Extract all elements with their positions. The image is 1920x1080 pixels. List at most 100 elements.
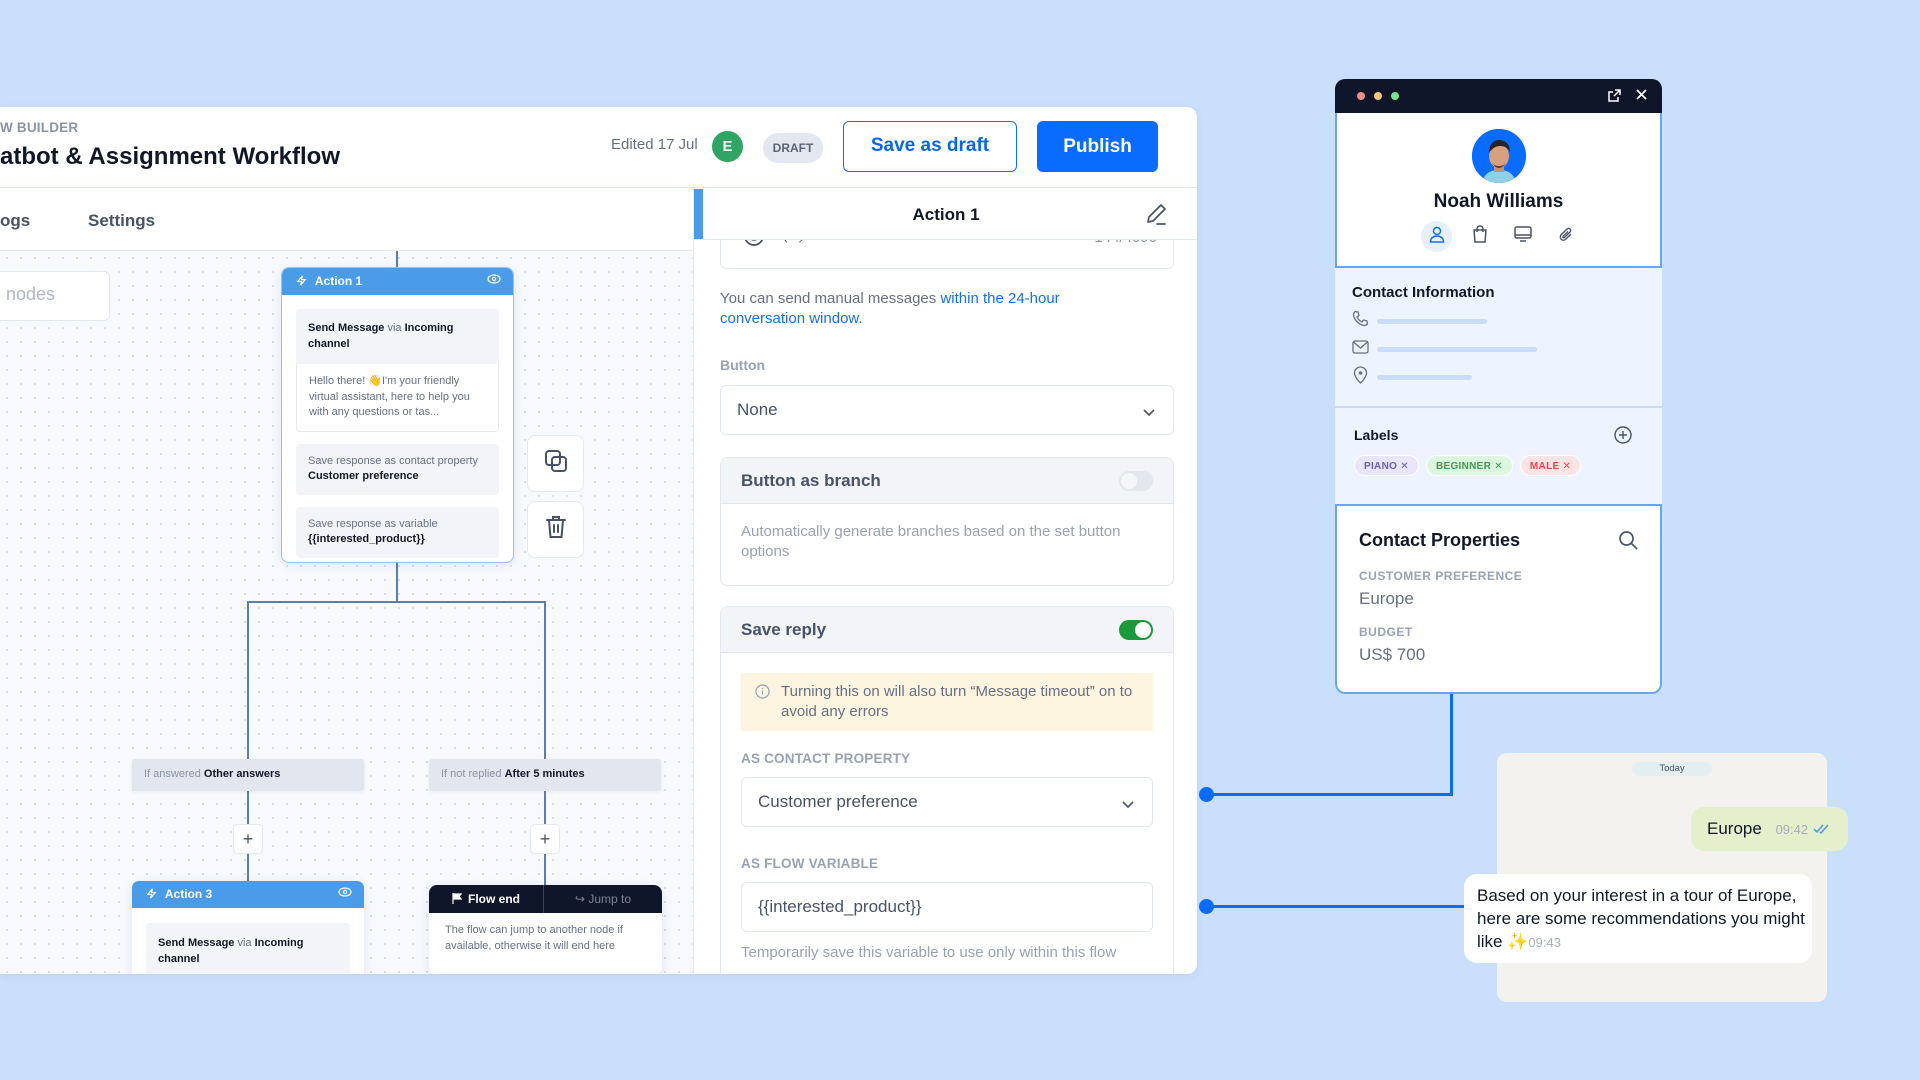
close-icon[interactable] <box>1635 88 1648 106</box>
edited-timestamp: Edited 17 Jul <box>611 136 698 153</box>
breadcrumb: W BUILDER <box>0 120 79 135</box>
save-reply-card: Save reply Turning this on will also tur… <box>720 606 1174 974</box>
save-reply-toggle[interactable] <box>1119 620 1153 640</box>
tab-flow-end[interactable]: Flow end <box>429 885 544 913</box>
eye-icon[interactable] <box>338 886 352 900</box>
connector-line <box>247 601 249 905</box>
action-1-node[interactable]: Action 1 Send Message via Incoming chann… <box>281 267 514 563</box>
connector-line <box>396 558 398 602</box>
attachments-tab[interactable] <box>1550 221 1581 252</box>
contact-property-value: Customer preference <box>758 792 918 811</box>
eye-icon[interactable] <box>487 273 501 287</box>
connector-line <box>247 601 545 603</box>
add-node-button[interactable]: + <box>233 824 263 854</box>
button-select[interactable]: None <box>720 385 1174 435</box>
remove-label-icon[interactable]: ✕ <box>1494 461 1503 472</box>
panel-title: Action 1 <box>912 205 980 224</box>
property-key: CUSTOMER PREFERENCE <box>1359 569 1523 583</box>
info-icon <box>755 684 770 705</box>
email-placeholder <box>1377 346 1537 352</box>
contact-avatar <box>1472 129 1526 183</box>
redirect-icon: ↪ <box>574 892 589 906</box>
add-node-button[interactable]: + <box>530 824 560 854</box>
search-nodes-input[interactable]: nodes <box>0 271 110 321</box>
message-preview: Hello there! 👋I'm your friendly virtual … <box>296 364 499 432</box>
warning-notice: Turning this on will also turn “Message … <box>741 673 1153 731</box>
card-header: Save reply <box>721 607 1173 653</box>
connector-line <box>1207 905 1467 908</box>
status-badge: DRAFT <box>763 133 823 163</box>
property-key: BUDGET <box>1359 625 1413 639</box>
messaging-hint: You can send manual messages within the … <box>720 290 1060 327</box>
phone-row <box>1352 310 1662 332</box>
remove-label-icon[interactable]: ✕ <box>1400 461 1409 472</box>
connector-dot <box>1199 899 1214 914</box>
tab-bar: ogs Settings <box>0 189 693 251</box>
branch-not-replied[interactable]: If not replied After 5 minutes <box>429 759 661 791</box>
tab-settings[interactable]: Settings <box>88 211 155 231</box>
close-dot[interactable] <box>1357 92 1365 100</box>
monitor-icon <box>1513 226 1532 247</box>
phone-placeholder <box>1377 318 1487 324</box>
flow-canvas[interactable]: nodes Action 1 Send Message via Incoming… <box>0 251 693 974</box>
device-tab[interactable] <box>1507 221 1538 252</box>
section-title: Contact Information <box>1352 284 1495 301</box>
chevron-down-icon <box>1143 402 1155 422</box>
mail-icon <box>1352 339 1369 359</box>
flow-end-tabs: Flow end ↪ Jump to <box>429 885 662 913</box>
delete-button[interactable] <box>527 501 584 558</box>
editor-avatar[interactable]: E <box>712 131 743 162</box>
contact-property-label: AS CONTACT PROPERTY <box>741 751 911 766</box>
contact-name: Noah Williams <box>1433 191 1564 212</box>
search-icon[interactable] <box>1618 530 1638 555</box>
shopping-bag-icon <box>1472 225 1488 248</box>
label-chips: PIANO ✕ BEGINNER ✕ MALE ✕ <box>1354 455 1662 476</box>
location-row <box>1352 365 1662 387</box>
phone-icon <box>1352 310 1369 332</box>
node-title: Action 1 <box>314 274 363 288</box>
lightning-icon <box>146 887 165 901</box>
message-time: 09:43 <box>1528 935 1561 950</box>
node-header: Action 3 <box>132 881 364 908</box>
email-row <box>1352 339 1662 359</box>
flow-variable-input[interactable]: {{interested_product}} <box>741 882 1153 932</box>
chevron-down-icon <box>1122 794 1134 814</box>
incoming-message: Based on your interest in a tour of Euro… <box>1464 874 1812 963</box>
publish-button[interactable]: Publish <box>1037 121 1158 172</box>
paperclip-icon <box>1558 226 1574 248</box>
user-icon <box>1429 226 1445 248</box>
remove-label-icon[interactable]: ✕ <box>1563 461 1572 472</box>
flow-end-node[interactable]: Flow end ↪ Jump to The flow can jump to … <box>429 885 662 974</box>
action-3-node[interactable]: Action 3 Send Message via Incoming chann… <box>132 881 364 974</box>
card-header: Button as branch <box>721 458 1173 504</box>
tab-logs[interactable]: ogs <box>0 211 30 231</box>
button-as-branch-toggle[interactable] <box>1119 471 1153 491</box>
label-chip[interactable]: PIANO ✕ <box>1354 455 1419 476</box>
flow-variable-label: AS FLOW VARIABLE <box>741 856 879 871</box>
header: W BUILDER atbot & Assignment Workflow Ed… <box>0 107 1197 188</box>
page-title: atbot & Assignment Workflow <box>0 143 341 170</box>
save-as-draft-button[interactable]: Save as draft <box>843 121 1017 172</box>
contact-profile: Noah Williams <box>1335 113 1662 268</box>
tab-jump-to[interactable]: ↪ Jump to <box>544 885 662 913</box>
profile-tab[interactable] <box>1421 221 1452 252</box>
button-select-value: None <box>737 400 778 419</box>
external-link-icon[interactable] <box>1607 88 1622 108</box>
save-contact-section: Save response as contact property Custom… <box>296 443 499 495</box>
copy-icon <box>543 448 569 479</box>
label-chip[interactable]: BEGINNER ✕ <box>1425 455 1513 476</box>
label-chip[interactable]: MALE ✕ <box>1519 455 1582 476</box>
add-label-icon[interactable] <box>1614 426 1632 449</box>
orders-tab[interactable] <box>1464 221 1495 252</box>
duplicate-button[interactable] <box>527 435 584 492</box>
connector-dot <box>1199 787 1214 802</box>
contact-property-select[interactable]: Customer preference <box>741 777 1153 827</box>
button-as-branch-card: Button as branch Automatically generate … <box>720 457 1174 586</box>
button-field-label: Button <box>720 357 766 373</box>
maximize-dot[interactable] <box>1391 92 1399 100</box>
branch-other-answers[interactable]: If answered Other answers <box>132 759 364 791</box>
connector-line <box>544 601 546 905</box>
edit-pencil-icon[interactable] <box>1144 202 1168 231</box>
card-description: Automatically generate branches based on… <box>741 523 1121 560</box>
minimize-dot[interactable] <box>1374 92 1382 100</box>
